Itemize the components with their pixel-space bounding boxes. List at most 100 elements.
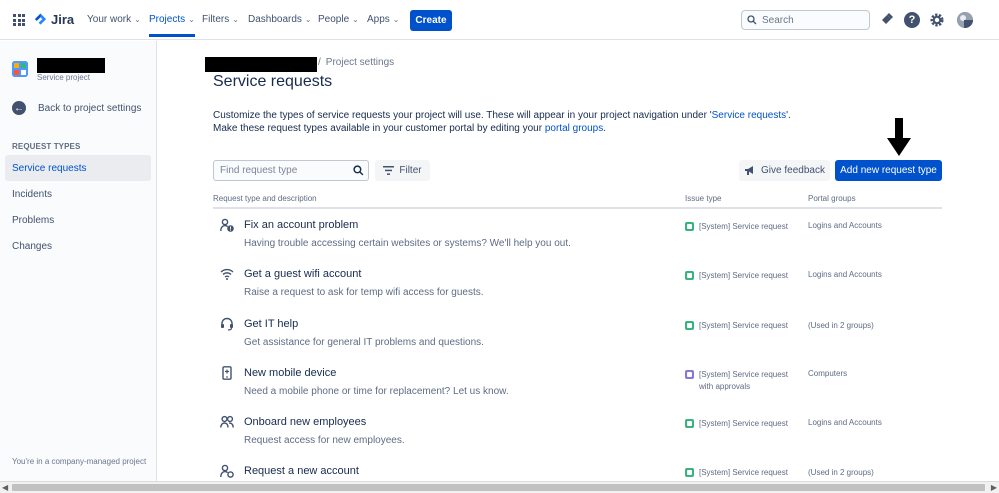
give-feedback-button[interactable]: Give feedback [739, 160, 830, 181]
service-requests-link[interactable]: Service requests [712, 110, 786, 121]
user-add-icon [220, 464, 234, 478]
horizontal-scrollbar[interactable]: ◀ ▶ [0, 481, 999, 493]
issue-type: [System] Service request [685, 270, 788, 282]
sidebar-item-problems[interactable]: Problems [5, 207, 151, 233]
chevron-down-icon: ⌄ [232, 15, 239, 24]
issue-type-line-2: with approvals [699, 382, 751, 391]
breadcrumb-project-settings[interactable]: Project settings [326, 57, 394, 68]
table-row[interactable]: Request a new account [System] Service r… [213, 456, 942, 481]
people-icon [220, 415, 234, 428]
page-description: Customize the types of service requests … [213, 109, 791, 135]
notifications-icon[interactable] [878, 12, 894, 28]
description-text: Customize the types of service requests … [213, 110, 712, 121]
issue-type: [System] Service request [685, 418, 788, 430]
description-text: . [603, 123, 606, 134]
sidebar-item-service-requests[interactable]: Service requests [5, 155, 151, 181]
nav-people[interactable]: People ⌄ [318, 14, 359, 25]
issue-type: [System] Service request [685, 320, 788, 332]
redacted-project-name [37, 58, 105, 73]
request-type-description: Get assistance for general IT problems a… [244, 337, 484, 348]
request-type-title[interactable]: Get a guest wifi account [244, 268, 361, 280]
service-request-with-approvals-icon [685, 370, 694, 379]
nav-filters[interactable]: Filters ⌄ [202, 14, 239, 25]
request-type-title[interactable]: Get IT help [244, 318, 298, 330]
settings-gear-icon[interactable] [929, 12, 945, 28]
issue-type-line-1: [System] Service request [699, 321, 788, 330]
request-type-title[interactable]: Onboard new employees [244, 416, 366, 428]
issue-type-label: [System] Service request [699, 320, 788, 332]
portal-group: Computers [808, 369, 848, 378]
issue-type-line-1: [System] Service request [699, 419, 788, 428]
nav-apps[interactable]: Apps ⌄ [367, 14, 400, 25]
portal-group: (Used in 2 groups) [808, 468, 874, 477]
description-line-2: Make these request types available in yo… [213, 122, 791, 135]
nav-dashboards[interactable]: Dashboards ⌄ [248, 14, 312, 25]
give-feedback-label: Give feedback [761, 165, 825, 176]
description-text: Make these request types available in yo… [213, 123, 545, 134]
description-line-1: Customize the types of service requests … [213, 109, 791, 122]
service-request-icon [685, 271, 694, 280]
request-types-heading: REQUEST TYPES [12, 142, 81, 151]
back-to-project-settings-link[interactable]: ← Back to project settings [12, 101, 141, 115]
table-row[interactable]: Get IT help Get assistance for general I… [213, 309, 942, 358]
wifi-icon [220, 268, 234, 280]
portal-groups-link[interactable]: portal groups [545, 123, 603, 134]
table-row[interactable]: New mobile device Need a mobile phone or… [213, 358, 942, 407]
create-button[interactable]: Create [410, 10, 452, 31]
request-type-title[interactable]: New mobile device [244, 367, 336, 379]
request-type-title[interactable]: Request a new account [244, 465, 359, 477]
jira-logo[interactable]: Jira [34, 12, 74, 27]
sidebar-item-changes[interactable]: Changes [5, 233, 151, 259]
service-request-icon [685, 419, 694, 428]
service-request-icon [685, 321, 694, 330]
table-row[interactable]: Fix an account problem Having trouble ac… [213, 210, 942, 259]
scrollbar-thumb[interactable] [12, 484, 985, 491]
request-type-description: Having trouble accessing certain website… [244, 238, 571, 249]
table-row[interactable]: Get a guest wifi account Raise a request… [213, 259, 942, 308]
nav-projects[interactable]: Projects ⌄ [149, 14, 195, 37]
jira-logo-text: Jira [51, 12, 75, 27]
sidebar-item-incidents[interactable]: Incidents [5, 181, 151, 207]
search-icon [353, 165, 364, 176]
project-sidebar: Service project ← Back to project settin… [0, 41, 157, 481]
help-icon[interactable]: ? [904, 12, 920, 28]
issue-type-label: [System] Service request [699, 418, 788, 430]
redacted-breadcrumb-project [205, 57, 317, 72]
search-placeholder: Search [762, 14, 794, 26]
project-type-label: Service project [37, 73, 90, 82]
chevron-down-icon: ⌄ [392, 15, 400, 24]
add-new-request-type-button[interactable]: Add new request type [835, 160, 942, 181]
project-management-note: You're in a company-managed project [12, 457, 147, 466]
issue-type-label: [System] Service request [699, 467, 788, 479]
issue-type-label: [System] Service request [699, 221, 788, 233]
scroll-right-arrow-icon[interactable]: ▶ [991, 483, 997, 492]
portal-group: (Used in 2 groups) [808, 321, 874, 330]
search-icon [747, 15, 757, 25]
app-switcher-icon[interactable] [13, 14, 25, 26]
issue-type-label: [System] Service request with approvals [699, 369, 788, 393]
down-arrow-annotation-icon [887, 118, 911, 156]
find-request-type-input[interactable]: Find request type [213, 160, 369, 181]
filter-label: Filter [399, 165, 422, 176]
arrow-left-icon: ← [12, 101, 26, 115]
chevron-down-icon: ⌄ [134, 15, 141, 24]
nav-your-work[interactable]: Your work ⌄ [87, 14, 141, 25]
issue-type: [System] Service request [685, 467, 788, 479]
table-row[interactable]: Onboard new employees Request access for… [213, 407, 942, 456]
nav-your-work-label: Your work [87, 14, 132, 25]
project-avatar[interactable] [12, 61, 28, 77]
portal-group: Logins and Accounts [808, 418, 882, 427]
request-type-title[interactable]: Fix an account problem [244, 219, 358, 231]
nav-filters-label: Filters [202, 14, 230, 25]
filter-button[interactable]: Filter [375, 160, 430, 181]
scroll-left-arrow-icon[interactable]: ◀ [2, 483, 8, 492]
issue-type: [System] Service request [685, 221, 788, 233]
search-input[interactable]: Search [741, 10, 870, 30]
user-avatar[interactable] [957, 12, 973, 28]
nav-projects-label: Projects [149, 14, 186, 25]
back-link-label: Back to project settings [38, 102, 142, 114]
project-avatar-icon [12, 61, 28, 77]
breadcrumb-separator: / [318, 57, 321, 68]
issue-type-label: [System] Service request [699, 270, 788, 282]
user-alert-icon [220, 218, 234, 232]
